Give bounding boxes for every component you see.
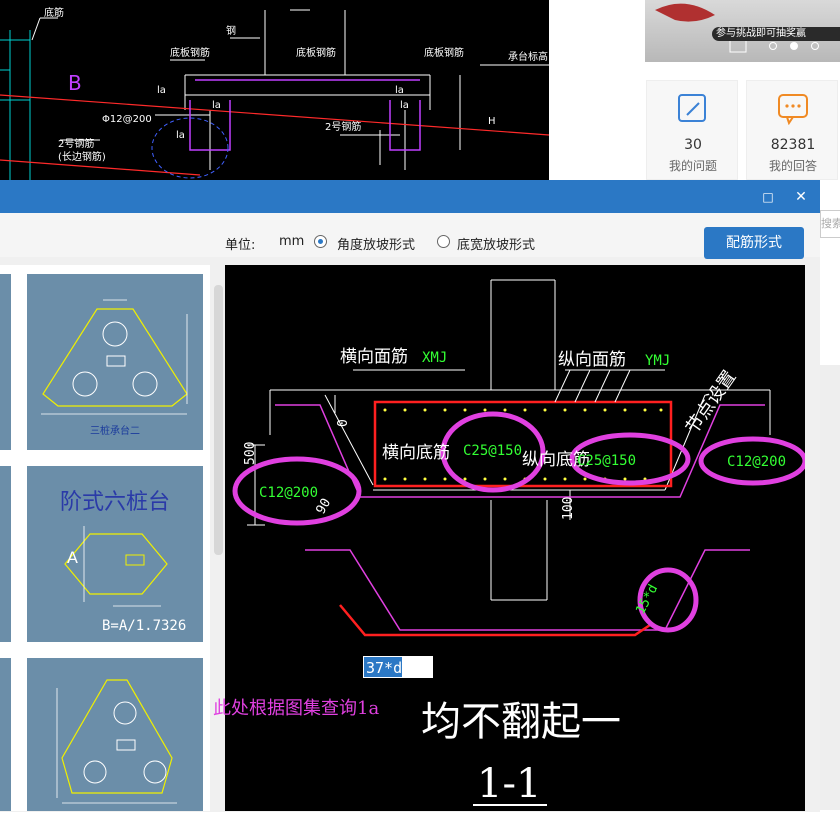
dialog-titlebar[interactable]: □ ✕ — [0, 181, 820, 213]
thumbnail-three-pile-cap-2[interactable]: 三桩承台二 — [27, 274, 203, 450]
label-rebar-c12-right: C12@200 — [727, 454, 786, 470]
chat-bubble-icon — [778, 94, 808, 125]
label-transverse-bottom: 横向底筋 — [382, 443, 450, 463]
bg-label: la — [212, 100, 221, 111]
close-button[interactable]: ✕ — [792, 187, 810, 207]
bg-label: H — [488, 116, 496, 127]
bg-label: Φ12@200 — [102, 114, 152, 125]
background-cad-drawing: 底筋 底板钢筋 钢 底板钢筋 底板钢筋 承台标高 la la la la la … — [0, 0, 549, 180]
bg-label: 底板钢筋 — [296, 46, 336, 59]
radio-angle-slope[interactable] — [314, 235, 327, 248]
bg-label: 底筋 — [44, 6, 64, 19]
label-longitudinal-top: 纵向面筋 — [558, 350, 626, 370]
dim-0: 0 — [336, 419, 351, 427]
rebar-section-drawing: 横向面筋 纵向面筋 横向底筋 纵向底筋 XMJ YMJ C25@150 C25@… — [225, 265, 805, 811]
thumbnail-partial[interactable] — [0, 274, 11, 450]
label-transverse-top: 横向面筋 — [340, 347, 408, 367]
bg-label: 承台标高 — [508, 50, 548, 63]
label-xmj: XMJ — [422, 350, 447, 366]
radio-bottom-width-slope-label[interactable]: 底宽放坡形式 — [457, 234, 535, 253]
unit-value: mm — [279, 234, 305, 249]
label-rebar-c12-left: C12@200 — [259, 485, 318, 501]
web-page-edge-lower — [820, 365, 840, 810]
thumbnail-title: 阶式六桩台 — [59, 490, 170, 515]
banner-text: 参与挑战即可抽奖赢 — [712, 27, 840, 41]
carousel-dot[interactable] — [811, 42, 819, 50]
background-cad-svg: 底筋 底板钢筋 钢 底板钢筋 底板钢筋 承台标高 la la la la la … — [0, 6, 549, 180]
thumbnail-partial[interactable] — [0, 466, 11, 642]
dim-500: 500 — [243, 442, 258, 465]
dimension-a: A — [67, 548, 78, 567]
label-rebar-c25-1: C25@150 — [463, 443, 522, 459]
bg-label: (长边钢筋) — [58, 150, 106, 163]
bg-label: 钢 — [226, 24, 236, 37]
rebar-section-svg: 横向面筋 纵向面筋 横向底筋 纵向底筋 XMJ YMJ C25@150 C25@… — [232, 279, 805, 807]
thumbnail-partial[interactable] — [0, 658, 11, 811]
section-label: 1-1 — [477, 761, 541, 807]
radio-angle-slope-label[interactable]: 角度放坡形式 — [337, 234, 415, 253]
three-pile-diagram — [56, 679, 177, 804]
stat-value: 82381 — [770, 137, 816, 153]
annotation-note: 此处根据图集查询1a — [213, 698, 380, 719]
carousel-dot[interactable] — [769, 42, 777, 50]
unit-label: 单位: — [225, 238, 256, 253]
thumbnail-caption: 三桩承台二 — [90, 426, 140, 437]
thumbnail-scrollbar[interactable] — [214, 285, 223, 555]
thumbnail-stepped-six-pile[interactable]: 阶式六桩台 A B=A/1.7326 — [27, 466, 203, 642]
lap-length-input[interactable]: 37*d — [366, 659, 402, 677]
stat-card-answers[interactable]: 82381 我的回答 — [746, 80, 838, 180]
label-ymj: YMJ — [645, 353, 670, 369]
bg-label: la — [157, 85, 166, 96]
radio-bottom-width-slope[interactable] — [437, 235, 450, 248]
bg-label: la — [395, 85, 404, 96]
stat-value: 30 — [684, 137, 702, 153]
thumbnail-formula: B=A/1.7326 — [102, 618, 187, 634]
bg-label: la — [176, 130, 185, 141]
bg-label-b: B — [68, 71, 82, 95]
bg-label: la — [400, 100, 409, 111]
anchor-15d: 15*d — [633, 582, 661, 617]
stat-label: 我的问题 — [668, 159, 717, 173]
label-rebar-c25-2: C25@150 — [577, 453, 636, 469]
rebar-form-button[interactable]: 配筋形式 — [704, 227, 804, 259]
bg-label: 底板钢筋 — [424, 46, 464, 59]
search-input[interactable]: 搜索 — [820, 210, 840, 238]
maximize-button[interactable]: □ — [760, 187, 776, 207]
pen-note-icon — [678, 94, 706, 122]
stat-card-questions[interactable]: 30 我的问题 — [646, 80, 738, 180]
dim-100: 100 — [561, 497, 576, 520]
carousel-dot-active[interactable] — [790, 42, 798, 50]
thumbnail-three-pile-cap[interactable] — [27, 658, 203, 811]
bg-label: 底板钢筋 — [170, 46, 210, 59]
bg-label: 2号钢筋 — [58, 137, 94, 150]
no-bend-caption: 均不翻起一 — [421, 699, 621, 745]
bg-label: 2号钢筋 — [325, 120, 361, 133]
stat-label: 我的回答 — [768, 159, 817, 173]
